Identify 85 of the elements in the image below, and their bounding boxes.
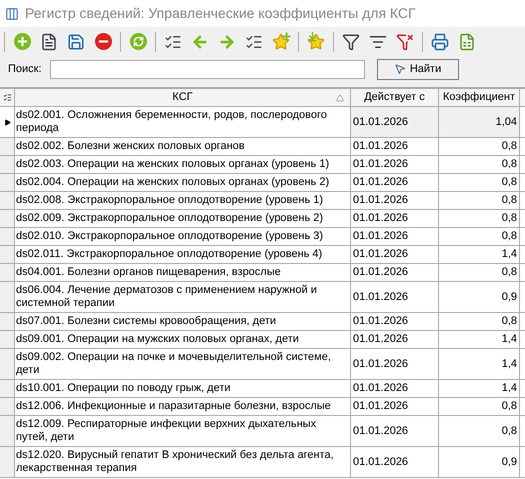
table-cell: ds02.008. Экстракорпоральное оплодотворение (уровень 1) [15,192,351,209]
table-cell: ds02.002. Болезни женских половых органов [15,138,351,155]
table-cell: 01.01.2026 [351,156,439,173]
table-row[interactable]: ds06.004. Лечение дерматозов с применением наружной и системной терапии 01.01.2026 0,9 [0,282,525,313]
table-cell: 0,8 [439,210,520,227]
table-row[interactable]: ds02.002. Болезни женских половых органов 01.01.2026 0,8 [0,138,525,156]
table-row[interactable]: ds07.001. Болезни системы кровообращения, дети 01.01.2026 0,8 [0,313,525,331]
star-down-icon[interactable] [306,32,326,52]
table-cell: 01.01.2026 [351,398,439,415]
table-cell: 0,8 [439,156,520,173]
search-label: Поиск: [8,62,42,77]
printer-icon[interactable] [430,32,450,52]
table-cell: 01.01.2026 [351,282,439,312]
table-cell: 01.01.2026 [351,349,439,379]
table-cell: ds06.004. Лечение дерматозов с применением наружной и системной терапии [15,282,351,312]
save-icon[interactable] [66,32,86,52]
cursor-icon [394,63,406,75]
table-cell: 01.01.2026 [351,107,439,137]
table-row[interactable]: ds12.020. Вирусный гепатит B хронический без дельта агента, лекарственная терапия 01.01.2026 0,9 [0,447,525,478]
table-cell: 1,4 [439,331,520,348]
table-cell: 01.01.2026 [351,174,439,191]
table-cell: 0,8 [439,398,520,415]
current-row-icon [4,118,10,126]
table-cell: ds12.020. Вирусный гепатит B хронический без дельта агента, лекарственная терапия [15,447,351,477]
table-cell: ds10.001. Операции по поводу грыж, дети [15,380,351,397]
table-cell: 0,9 [439,282,520,312]
table-cell: ds02.004. Операции на женских половых органах (уровень 2) [15,174,351,191]
delete-icon[interactable] [93,32,113,52]
table-cell: 01.01.2026 [351,380,439,397]
table-cell: 0,8 [439,313,520,330]
table-cell: 0,8 [439,416,520,446]
table-cell: 01.01.2026 [351,228,439,245]
table-row[interactable]: ds09.001. Операции на мужских половых органах, дети 01.01.2026 1,4 [0,331,525,349]
table-cell: ds02.010. Экстракорпоральное оплодотворение (уровень 3) [15,228,351,245]
column-header[interactable]: Коэффициент [439,89,520,106]
table-cell: 0,8 [439,264,520,281]
table-cell: 01.01.2026 [351,138,439,155]
window-title: Регистр сведений: Управленческие коэффициенты для КСГ [25,4,416,23]
table-row[interactable]: ds02.011. Экстракорпоральное оплодотворение (уровень 4) 01.01.2026 1,4 [0,246,525,264]
table-row[interactable]: ds02.001. Осложнения беременности, родов, послеродового периода 01.01.2026 1,04 [0,107,525,138]
star-plus-icon[interactable] [271,32,291,52]
table-cell: ds02.011. Экстракорпоральное оплодотворение (уровень 4) [15,246,351,263]
table-row[interactable]: ds10.001. Операции по поводу грыж, дети 01.01.2026 1,4 [0,380,525,398]
table-icon [5,6,19,20]
find-button[interactable]: Найти [376,58,459,80]
table-cell: 0,8 [439,138,520,155]
table-row[interactable]: ds02.010. Экстракорпоральное оплодотворение (уровень 3) 01.01.2026 0,8 [0,228,525,246]
table-cell: ds02.003. Операции на женских половых органах (уровень 1) [15,156,351,173]
table-cell: 1,4 [439,380,520,397]
table-cell: 0,8 [439,174,520,191]
table-row[interactable]: ds09.002. Операции на почке и мочевыделительной системе, дети 01.01.2026 1,4 [0,349,525,380]
table-cell: 1,04 [439,107,520,137]
table-cell: 01.01.2026 [351,192,439,209]
table-row[interactable]: ds12.006. Инфекционные и паразитарные болезни, взрослые 01.01.2026 0,8 [0,398,525,416]
table-row[interactable]: ds12.009. Респираторные инфекции верхних дыхательных путей, дети 01.01.2026 0,8 [0,416,525,447]
table-cell: ds09.001. Операции на мужских половых органах, дети [15,331,351,348]
table-cell: 01.01.2026 [351,331,439,348]
table-cell: ds07.001. Болезни системы кровообращения, дети [15,313,351,330]
table-cell: 0,8 [439,228,520,245]
table-cell: ds04.001. Болезни органов пищеварения, взрослые [15,264,351,281]
table-cell: 1,4 [439,349,520,379]
table-cell: 01.01.2026 [351,416,439,446]
table-cell: ds02.009. Экстракорпоральное оплодотворение (уровень 2) [15,210,351,227]
table-cell: 0,8 [439,192,520,209]
search-field[interactable] [50,60,365,78]
filter-clear-icon[interactable] [395,32,415,52]
table-cell: ds12.009. Респираторные инфекции верхних дыхательных путей, дети [15,416,351,446]
table-cell: ds12.006. Инфекционные и паразитарные болезни, взрослые [15,398,351,415]
table-cell: 0,9 [439,447,520,477]
table-cell: 01.01.2026 [351,447,439,477]
sort-icon [336,94,344,102]
table-cell: 01.01.2026 [351,313,439,330]
table-cell: ds09.002. Операции на почке и мочевыделительной системе, дети [15,349,351,379]
table-cell: 01.01.2026 [351,264,439,281]
column-header[interactable]: Действует с [351,89,439,106]
table-cell: 01.01.2026 [351,210,439,227]
table-row[interactable]: ds02.008. Экстракорпоральное оплодотворение (уровень 1) 01.01.2026 0,8 [0,192,525,210]
table-cell: 1,4 [439,246,520,263]
table-cell: 01.01.2026 [351,246,439,263]
column-header[interactable]: КСГ [15,89,351,106]
table-row[interactable]: ds04.001. Болезни органов пищеварения, взрослые 01.01.2026 0,8 [0,264,525,282]
table-row[interactable]: ds02.004. Операции на женских половых органах (уровень 2) 01.01.2026 0,8 [0,174,525,192]
table-row[interactable]: ds02.003. Операции на женских половых органах (уровень 1) 01.01.2026 0,8 [0,156,525,174]
table-row[interactable]: ds02.009. Экстракорпоральное оплодотворение (уровень 2) 01.01.2026 0,8 [0,210,525,228]
column-settings-icon[interactable] [2,93,12,102]
